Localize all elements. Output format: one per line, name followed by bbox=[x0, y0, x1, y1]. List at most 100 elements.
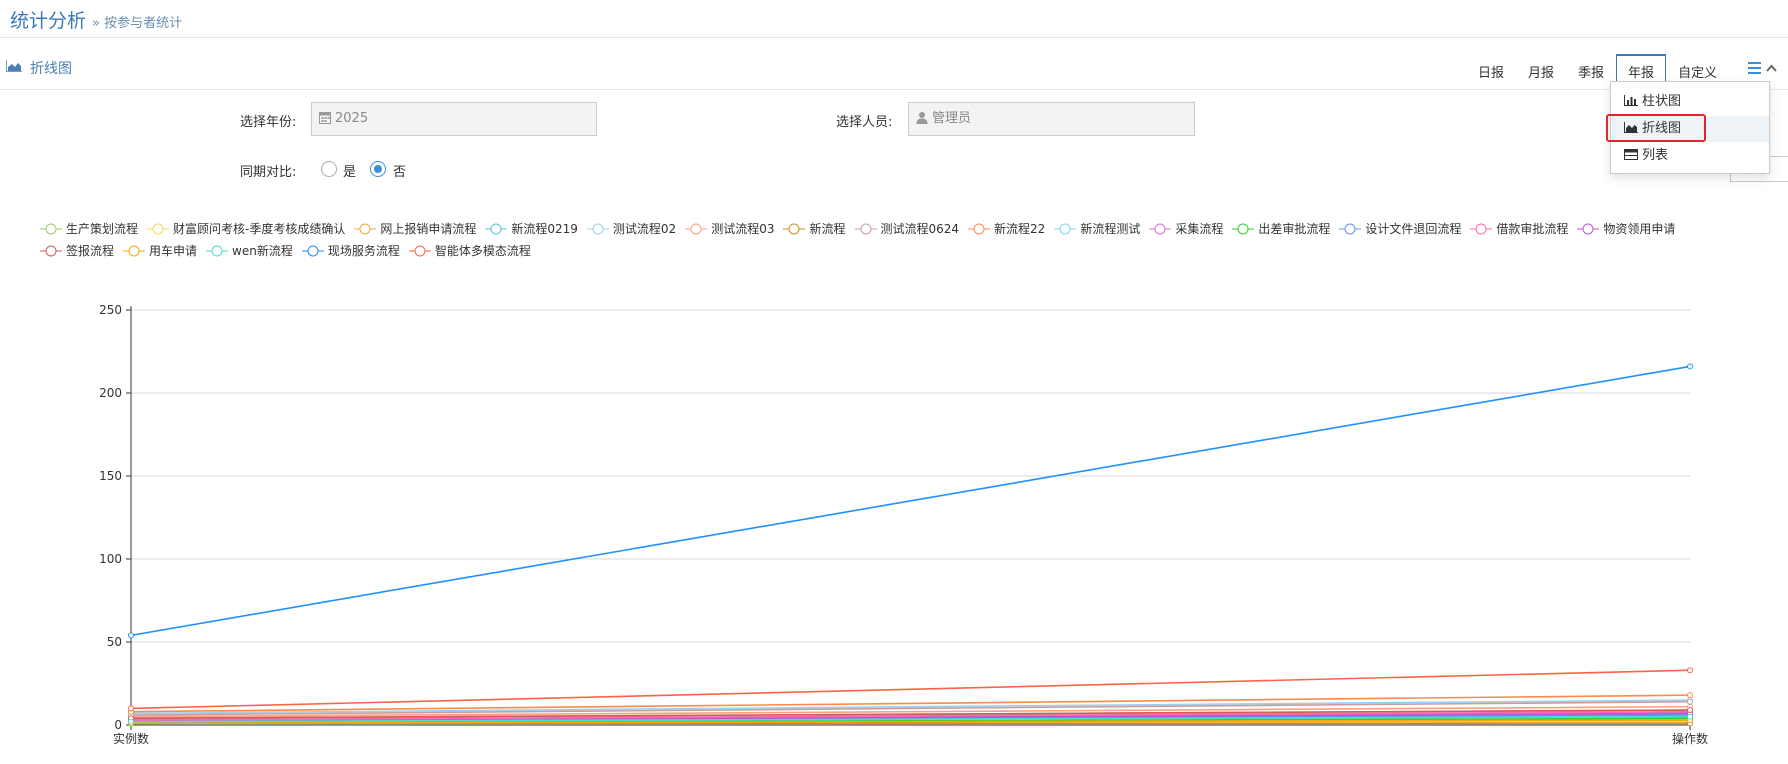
legend-symbol-icon bbox=[968, 223, 991, 234]
y-tick-label: 100 bbox=[99, 552, 122, 566]
legend-item[interactable]: 新流程测试 bbox=[1054, 220, 1140, 237]
y-tick-label: 50 bbox=[107, 635, 122, 649]
legend-label: 财富顾问考核-季度考核成绩确认 bbox=[173, 222, 346, 236]
year-label: 选择年份: bbox=[240, 115, 297, 130]
legend-label: 签报流程 bbox=[66, 244, 115, 258]
compare-yes-label: 是 bbox=[343, 165, 357, 180]
legend-item[interactable]: 财富顾问考核-季度考核成绩确认 bbox=[147, 220, 345, 237]
line-chart: 0 50 100 150 200 250 实例数 操作数 bbox=[99, 303, 1708, 746]
legend-symbol-icon bbox=[1232, 223, 1255, 234]
legend-label: 测试流程03 bbox=[711, 222, 775, 236]
legend-item[interactable]: 测试流程02 bbox=[586, 220, 676, 237]
legend-label: 新流程测试 bbox=[1080, 222, 1141, 236]
legend-item[interactable]: 借款审批流程 bbox=[1470, 220, 1568, 237]
legend-symbol-icon bbox=[586, 223, 609, 234]
legend-label: 出差审批流程 bbox=[1258, 222, 1331, 236]
legend-label: 设计文件退回流程 bbox=[1365, 222, 1462, 236]
calendar-icon bbox=[319, 111, 331, 124]
breadcrumb[interactable]: » 按参与者统计 bbox=[92, 12, 182, 31]
legend-symbol-icon bbox=[123, 245, 146, 256]
series-line bbox=[130, 365, 1691, 637]
legend-item[interactable]: 测试流程03 bbox=[685, 220, 774, 237]
compare-label: 同期对比: bbox=[240, 165, 297, 180]
y-tick-label: 150 bbox=[99, 469, 122, 483]
area-chart-icon bbox=[6, 60, 22, 72]
menu-toggle-button[interactable] bbox=[1740, 60, 1780, 76]
legend-item[interactable]: 新流程 bbox=[783, 220, 846, 237]
data-point bbox=[128, 718, 134, 725]
menu-item-list[interactable]: 列表 bbox=[1611, 143, 1769, 169]
legend-label: 现场服务流程 bbox=[327, 244, 400, 258]
data-point bbox=[1687, 713, 1693, 720]
legend-symbol-icon bbox=[40, 223, 62, 234]
page-title: 统计分析 bbox=[10, 10, 87, 32]
year-value: 2025 bbox=[335, 111, 369, 126]
legend-symbol-icon bbox=[408, 245, 431, 256]
legend-symbol-icon bbox=[301, 245, 324, 256]
page-header: 统计分析 » 按参与者统计 bbox=[0, 0, 1788, 38]
legend-item[interactable]: 签报流程 bbox=[40, 242, 114, 259]
table-icon bbox=[1624, 148, 1638, 160]
legend-item[interactable]: 生产策划流程 bbox=[40, 220, 138, 237]
legend-item[interactable]: wen新流程 bbox=[206, 242, 293, 259]
x-tick-label: 操作数 bbox=[1672, 731, 1708, 746]
user-icon bbox=[916, 111, 928, 124]
panel-title: 折线图 bbox=[30, 61, 72, 77]
legend-item[interactable]: 设计文件退回流程 bbox=[1339, 220, 1461, 237]
selection-highlight bbox=[1606, 114, 1706, 142]
legend-item[interactable]: 出差审批流程 bbox=[1232, 220, 1330, 237]
legend-symbol-icon bbox=[1054, 223, 1077, 234]
legend-label: 用车申请 bbox=[149, 244, 198, 258]
legend-symbol-icon bbox=[854, 223, 877, 234]
legend-row: 签报流程 用车申请 wen新流程 现场服务流程 智能体多模态流程 bbox=[40, 240, 540, 258]
y-tick-label: 250 bbox=[99, 303, 122, 317]
legend-symbol-icon bbox=[147, 223, 170, 234]
legend-label: 新流程 bbox=[809, 222, 846, 236]
legend-item[interactable]: 测试流程0624 bbox=[854, 220, 960, 237]
legend-item[interactable]: 智能体多模态流程 bbox=[408, 242, 531, 259]
tab-monthly[interactable]: 月报 bbox=[1516, 54, 1566, 90]
legend-label: 测试流程0624 bbox=[880, 222, 960, 236]
legend-row: 生产策划流程 财富顾问考核-季度考核成绩确认 网上报销申请流程 新流程0219 测试流程… bbox=[40, 218, 1684, 236]
legend-label: 物资领用申请 bbox=[1603, 222, 1676, 236]
chevron-up-icon bbox=[1766, 64, 1777, 72]
legend-symbol-icon bbox=[1149, 223, 1172, 234]
tab-daily[interactable]: 日报 bbox=[1466, 54, 1516, 90]
legend-label: 新流程0219 bbox=[511, 222, 578, 236]
legend-symbol-icon bbox=[783, 223, 806, 234]
person-label: 选择人员: bbox=[836, 115, 893, 130]
data-point bbox=[1687, 707, 1693, 714]
data-point bbox=[1687, 667, 1693, 674]
data-point bbox=[1687, 692, 1693, 699]
year-input[interactable]: 2025 bbox=[311, 102, 597, 136]
legend-item[interactable]: 用车申请 bbox=[123, 242, 197, 259]
y-tick-label: 200 bbox=[99, 386, 122, 400]
data-point bbox=[1687, 363, 1693, 370]
menu-item-bar-chart[interactable]: 柱状图 bbox=[1611, 89, 1769, 115]
compare-yes-radio[interactable] bbox=[321, 161, 337, 177]
data-point bbox=[128, 632, 134, 639]
y-tick-label: 0 bbox=[114, 718, 122, 732]
legend-item[interactable]: 新流程22 bbox=[968, 220, 1045, 237]
legend-symbol-icon bbox=[354, 223, 377, 234]
legend-label: 智能体多模态流程 bbox=[434, 244, 531, 258]
bar-chart-icon bbox=[1624, 94, 1638, 106]
compare-no-radio[interactable] bbox=[370, 161, 386, 177]
legend-label: 网上报销申请流程 bbox=[380, 222, 477, 236]
legend-label: 采集流程 bbox=[1175, 222, 1224, 236]
data-point bbox=[128, 705, 134, 712]
legend-label: 生产策划流程 bbox=[66, 222, 139, 236]
legend-label: 借款审批流程 bbox=[1496, 222, 1569, 236]
legend-item[interactable]: 物资领用申请 bbox=[1577, 220, 1675, 237]
legend-item[interactable]: 新流程0219 bbox=[485, 220, 578, 237]
legend-item[interactable]: 现场服务流程 bbox=[301, 242, 400, 259]
legend-symbol-icon bbox=[685, 223, 708, 234]
legend-item[interactable]: 采集流程 bbox=[1149, 220, 1223, 237]
person-input[interactable]: 管理员 bbox=[908, 102, 1195, 136]
legend-symbol-icon bbox=[206, 245, 229, 256]
tab-quarterly[interactable]: 季报 bbox=[1566, 54, 1616, 90]
person-value: 管理员 bbox=[932, 111, 972, 126]
compare-no-label: 否 bbox=[393, 165, 407, 180]
data-point bbox=[1687, 698, 1693, 705]
legend-item[interactable]: 网上报销申请流程 bbox=[354, 220, 476, 237]
